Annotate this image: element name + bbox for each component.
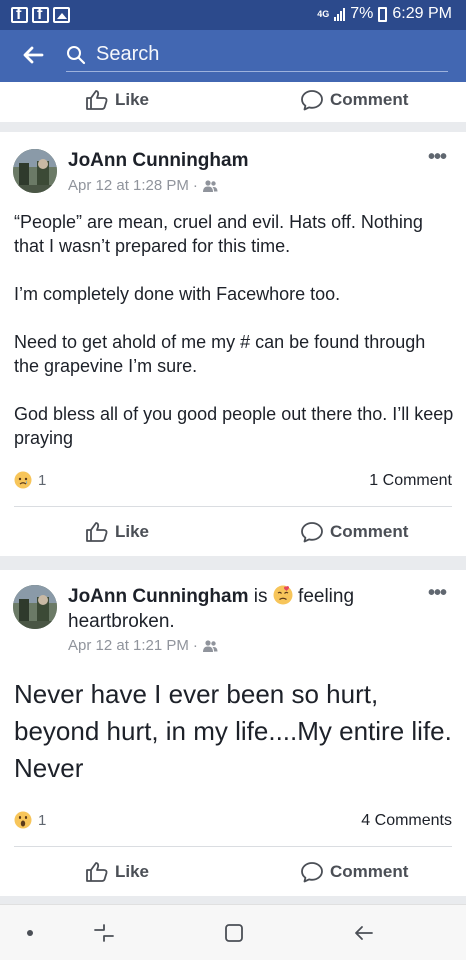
- like-icon: [86, 522, 108, 542]
- reaction-summary[interactable]: 1: [14, 471, 46, 489]
- battery-percent: 7%: [350, 5, 374, 22]
- wow-reaction-icon: [14, 811, 32, 829]
- comment-count[interactable]: 1 Comment: [369, 472, 452, 490]
- more-options-icon[interactable]: •••: [428, 146, 447, 169]
- post-paragraph: God bless all of you good people out the…: [14, 404, 454, 448]
- clock: 6:29 PM: [392, 5, 452, 22]
- system-navigation-bar: [0, 904, 466, 960]
- more-options-icon[interactable]: •••: [428, 582, 447, 605]
- post-card: JoAnn Cunningham is feeling heartbroken.…: [0, 570, 466, 896]
- back-arrow-icon[interactable]: [20, 42, 46, 68]
- comment-button[interactable]: Comment: [300, 88, 408, 112]
- network-type: 4G: [317, 9, 330, 19]
- search-icon: [67, 46, 86, 65]
- search-header: Search: [0, 30, 466, 82]
- post-card: JoAnn Cunningham Apr 12 at 1:28 PM · •••…: [0, 132, 466, 556]
- like-button[interactable]: Like: [85, 520, 149, 544]
- post-paragraph: Need to get ahold of me my # can be foun…: [14, 332, 426, 376]
- sad-reaction-icon: [14, 471, 32, 489]
- post-paragraph: I’m completely done with Facewhore too.: [14, 284, 341, 304]
- reaction-count: 1: [38, 811, 47, 829]
- divider: [14, 506, 452, 507]
- recent-apps-icon[interactable]: [90, 919, 118, 947]
- feeling-state[interactable]: heartbroken.: [68, 611, 175, 632]
- comment-label: Comment: [330, 862, 409, 881]
- post-paragraph: “People” are mean, cruel and evil. Hats …: [14, 212, 423, 256]
- comment-button[interactable]: Comment: [300, 520, 408, 544]
- friends-audience-icon: [202, 179, 218, 192]
- like-icon: [86, 862, 108, 882]
- heartbroken-emoji-icon: [273, 585, 293, 605]
- signal-icon: [334, 7, 346, 21]
- like-label: Like: [115, 522, 150, 541]
- post-actions: Like Comment: [0, 78, 466, 124]
- comment-icon: [301, 522, 323, 543]
- search-input[interactable]: Search: [66, 40, 448, 72]
- comment-label: Comment: [330, 522, 409, 541]
- like-label: Like: [115, 862, 150, 881]
- post-text: “People” are mean, cruel and evil. Hats …: [14, 210, 454, 474]
- post-actions: Like Comment: [0, 850, 466, 896]
- avatar[interactable]: [13, 149, 57, 193]
- back-icon[interactable]: [350, 919, 378, 947]
- like-icon: [86, 90, 108, 110]
- post-timestamp[interactable]: Apr 12 at 1:28 PM: [68, 177, 189, 194]
- like-button[interactable]: Like: [85, 88, 149, 112]
- reaction-count: 1: [38, 471, 47, 489]
- previous-post-card: Like Comment: [0, 82, 466, 122]
- post-author[interactable]: JoAnn Cunningham: [68, 586, 248, 607]
- avatar[interactable]: [13, 585, 57, 629]
- notification-icons: [11, 6, 70, 24]
- reaction-summary[interactable]: 1: [14, 811, 46, 829]
- facebook-notification-icon: [32, 6, 49, 24]
- dot-indicator-icon[interactable]: [16, 919, 44, 947]
- comment-icon: [301, 862, 323, 883]
- gallery-notification-icon: [53, 7, 70, 23]
- battery-icon: [378, 6, 388, 22]
- status-bar: 4G 7% 6:29 PM: [0, 0, 466, 30]
- post-actions: Like Comment: [0, 510, 466, 556]
- like-button[interactable]: Like: [85, 860, 149, 884]
- comment-count[interactable]: 4 Comments: [361, 812, 452, 830]
- feeling-prefix: is: [248, 586, 273, 607]
- friends-audience-icon: [202, 639, 218, 652]
- facebook-notification-icon: [11, 6, 28, 24]
- home-icon[interactable]: [220, 919, 248, 947]
- post-author[interactable]: JoAnn Cunningham: [68, 150, 248, 171]
- divider: [14, 846, 452, 847]
- post-text: Never have I ever been so hurt, beyond h…: [14, 679, 452, 783]
- search-placeholder: Search: [96, 43, 160, 65]
- feeling-text: feeling: [292, 586, 355, 607]
- comment-label: Comment: [330, 90, 409, 109]
- post-timestamp[interactable]: Apr 12 at 1:21 PM: [68, 637, 189, 654]
- comment-icon: [301, 90, 323, 111]
- like-label: Like: [115, 90, 150, 109]
- comment-button[interactable]: Comment: [300, 860, 408, 884]
